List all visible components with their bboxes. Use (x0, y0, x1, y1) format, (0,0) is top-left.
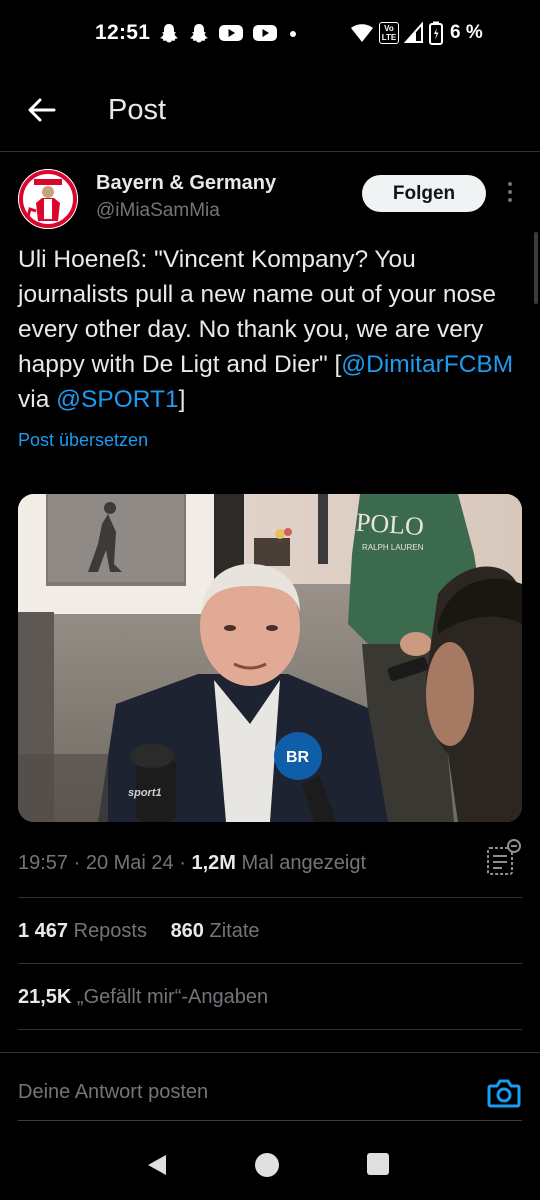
view-count-label: Mal angezeigt (235, 852, 367, 874)
dot-icon (290, 31, 296, 37)
arrow-left-icon (28, 98, 56, 122)
avatar[interactable] (18, 169, 78, 229)
mention-link[interactable]: @SPORT1 (56, 386, 178, 413)
back-button[interactable] (22, 90, 62, 130)
more-options-button[interactable] (500, 182, 520, 206)
system-icons: Vo LTE 6 % (350, 21, 483, 45)
engagement-row: 1 467 Reposts 860 Zitate (18, 920, 260, 943)
shirt-print-sub: RALPH LAUREN (362, 543, 424, 552)
meta-separator: · (68, 852, 86, 874)
more-dot (508, 198, 512, 202)
likes-stat[interactable]: 21,5K „Gefällt mir“-Angaben (18, 986, 268, 1008)
page-title: Post (108, 94, 167, 126)
follow-button[interactable]: Folgen (362, 175, 486, 212)
more-dot (508, 190, 512, 194)
status-bar: 12:51 Vo LTE 6 % (0, 0, 540, 68)
avatar-image (18, 169, 78, 229)
volte-label: Vo (384, 24, 394, 33)
post-date: 20 Mai 24 (85, 852, 174, 874)
triangle-back-icon (148, 1155, 166, 1175)
post-meta: 19:57 · 20 Mai 24 · 1,2M Mal angezeigt (18, 852, 366, 875)
divider (18, 1029, 522, 1030)
divider (18, 897, 522, 898)
quotes-stat[interactable]: 860 Zitate (171, 920, 260, 942)
author-row: Bayern & Germany @iMiaSamMia Folgen (0, 152, 540, 234)
tweet-text-part: ] (178, 386, 186, 413)
snapchat-icon (190, 24, 208, 43)
nav-home-button[interactable] (254, 1152, 280, 1183)
reposts-stat[interactable]: 1 467 Reposts (18, 920, 147, 942)
likes-count: 21,5K (18, 986, 72, 1008)
wifi-icon (351, 24, 373, 42)
more-dot (508, 182, 512, 186)
reply-input[interactable]: Deine Antwort posten (18, 1081, 208, 1104)
reposts-count: 1 467 (18, 920, 69, 942)
analytics-button[interactable] (484, 838, 524, 878)
likes-row: 21,5K „Gefällt mir“-Angaben (18, 986, 268, 1009)
youtube-icon (219, 25, 243, 41)
tweet-text-part: via (18, 386, 57, 413)
snapchat-icon (160, 24, 178, 43)
nav-recents-button[interactable] (366, 1152, 390, 1181)
scrollbar-thumb[interactable] (534, 232, 538, 304)
camera-button[interactable] (486, 1075, 522, 1111)
square-recents-icon (367, 1153, 389, 1175)
analytics-icon (487, 839, 521, 875)
reply-bar: Deine Antwort posten (0, 1052, 540, 1122)
shirt-print: POLO (355, 508, 425, 542)
author-display-name[interactable]: Bayern & Germany (96, 172, 276, 195)
meta-separator: · (173, 852, 192, 874)
author-handle[interactable]: @iMiaSamMia (96, 200, 220, 222)
notification-icons (158, 22, 300, 44)
mic-logo-sport1: sport1 (128, 787, 162, 799)
quotes-label: Zitate (203, 920, 260, 942)
battery-percent: 6 % (450, 22, 483, 43)
android-nav-bar (0, 1130, 540, 1200)
likes-label: „Gefällt mir“-Angaben (71, 986, 269, 1008)
quotes-count: 860 (170, 920, 204, 942)
nav-back-button[interactable] (144, 1152, 170, 1183)
mention-link[interactable]: @DimitarFCBM (341, 351, 513, 378)
reply-underline (18, 1120, 522, 1121)
volte-badge: Vo LTE (379, 22, 399, 44)
view-count: 1,2M (191, 852, 236, 874)
status-time: 12:51 (95, 21, 151, 44)
tweet-photo[interactable]: POLO RALPH LAUREN sport1 BR (18, 494, 522, 822)
divider (18, 963, 522, 964)
battery-icon (429, 21, 443, 45)
top-header: Post (0, 68, 540, 152)
translate-post-link[interactable]: Post übersetzen (18, 430, 148, 451)
youtube-icon (253, 25, 277, 41)
post-time: 19:57 (18, 852, 69, 874)
lte-label: LTE (381, 33, 397, 42)
mic-logo-br: BR (286, 749, 310, 766)
photo-scene: POLO RALPH LAUREN sport1 BR (18, 494, 522, 822)
tweet-text: Uli Hoeneß: "Vincent Kompany? You journa… (18, 242, 518, 417)
signal-icon (404, 22, 423, 43)
circle-home-icon (255, 1153, 279, 1177)
camera-icon (487, 1079, 521, 1108)
reposts-label: Reposts (68, 920, 147, 942)
